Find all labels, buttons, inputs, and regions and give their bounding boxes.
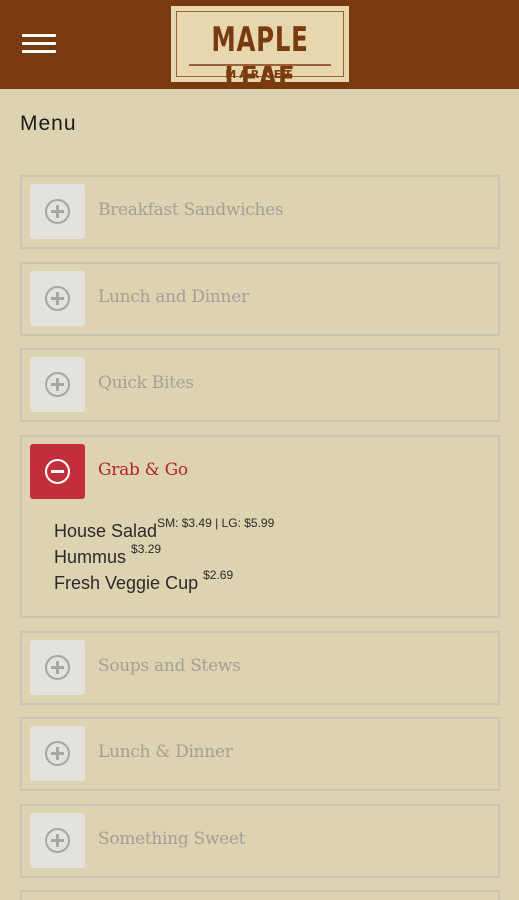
accordion-label: Lunch & Dinner	[98, 742, 233, 762]
accordion-header[interactable]: Something Sweet	[22, 806, 498, 875]
menu-item-price: $3.29	[131, 542, 162, 556]
accordion-partial[interactable]	[20, 890, 500, 900]
accordion-body: House SaladSM: $3.49 | LG: $5.99 Hummus …	[22, 506, 498, 618]
logo-subtitle: MARKET	[225, 68, 295, 81]
accordion-label: Something Sweet	[98, 829, 246, 849]
app-header: MAPLE LEAF MARKET	[0, 0, 519, 97]
brand-logo[interactable]: MAPLE LEAF MARKET	[169, 4, 351, 97]
menu-item: Hummus $3.29	[54, 542, 498, 570]
accordion-header[interactable]: Quick Bites	[22, 350, 498, 419]
plus-circle-icon[interactable]	[30, 640, 85, 695]
accordion-header[interactable]: Lunch and Dinner	[22, 264, 498, 333]
accordion-label: Soups and Stews	[98, 656, 241, 676]
menu-icon[interactable]	[22, 34, 56, 54]
logo-title: MAPLE LEAF	[211, 20, 309, 98]
logo-divider	[189, 64, 331, 66]
menu-item: House SaladSM: $3.49 | LG: $5.99	[54, 516, 498, 544]
plus-circle-icon[interactable]	[30, 726, 85, 781]
page-title: Menu	[20, 112, 77, 135]
accordion-header[interactable]: Lunch & Dinner	[22, 719, 498, 788]
accordion-label: Quick Bites	[98, 373, 194, 393]
accordion-label: Grab & Go	[98, 460, 188, 480]
plus-circle-icon[interactable]	[30, 271, 85, 326]
accordion-lunch-dinner[interactable]: Lunch & Dinner	[20, 717, 500, 791]
menu-item-name: House Salad	[54, 521, 158, 541]
accordion-quick-bites[interactable]: Quick Bites	[20, 348, 500, 422]
accordion-soups-and-stews[interactable]: Soups and Stews	[20, 631, 500, 705]
plus-circle-icon[interactable]	[30, 184, 85, 239]
menu-item: Fresh Veggie Cup $2.69	[54, 568, 498, 596]
accordion-breakfast-sandwiches[interactable]: Breakfast Sandwiches	[20, 175, 500, 249]
plus-circle-icon[interactable]	[30, 813, 85, 868]
accordion-header[interactable]: Soups and Stews	[22, 633, 498, 702]
menu-item-price: $2.69	[203, 568, 234, 582]
accordion-something-sweet[interactable]: Something Sweet	[20, 804, 500, 878]
accordion-header[interactable]: Breakfast Sandwiches	[22, 177, 498, 246]
minus-circle-icon[interactable]	[30, 444, 85, 499]
accordion-label: Lunch and Dinner	[98, 287, 249, 307]
accordion-header[interactable]: Grab & Go	[22, 437, 498, 506]
accordion-grab-and-go[interactable]: Grab & Go House SaladSM: $3.49 | LG: $5.…	[20, 435, 500, 618]
menu-item-name: Fresh Veggie Cup	[54, 573, 204, 593]
accordion-label: Breakfast Sandwiches	[98, 200, 284, 220]
menu-item-price: SM: $3.49 | LG: $5.99	[157, 516, 275, 530]
menu-item-name: Hummus	[54, 547, 132, 567]
accordion-lunch-and-dinner[interactable]: Lunch and Dinner	[20, 262, 500, 336]
plus-circle-icon[interactable]	[30, 357, 85, 412]
